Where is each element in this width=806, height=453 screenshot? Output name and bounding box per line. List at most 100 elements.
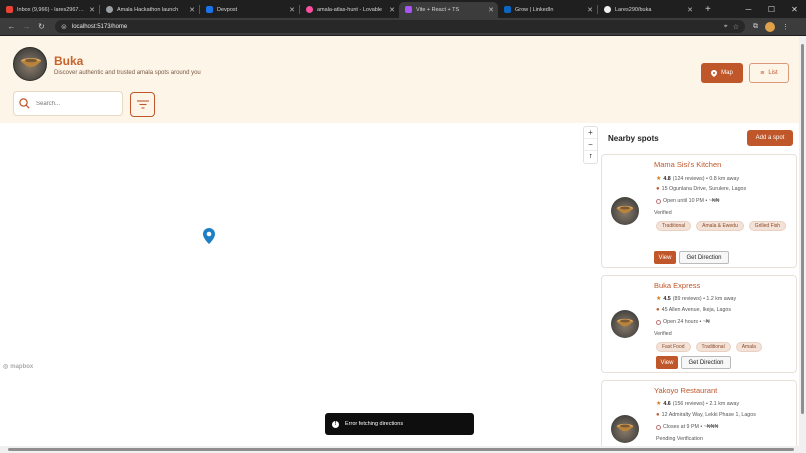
mapbox-attribution[interactable]: ◎ mapbox	[3, 363, 33, 371]
filter-button[interactable]	[130, 92, 155, 117]
spot-card[interactable]: Mama Sisi's Kitchen ★ 4.8 (124 reviews) • …	[601, 154, 797, 268]
forward-icon[interactable]: →	[19, 22, 34, 31]
map-marker-icon[interactable]	[203, 228, 215, 244]
get-direction-button[interactable]: Get Direction	[679, 251, 729, 264]
browser-tab[interactable]: amala-atlas-hunt - Lovable ✕	[300, 2, 399, 18]
close-tab-icon[interactable]: ✕	[587, 6, 593, 14]
site-info-icon[interactable]: ⊜	[61, 23, 67, 31]
spot-reviews: (89 reviews) • 1.2 km away	[672, 295, 737, 302]
more-menu-icon[interactable]: ⋮	[782, 23, 789, 31]
map-canvas[interactable]: + − ⭡ ◎ mapbox	[0, 123, 599, 446]
close-tab-icon[interactable]: ✕	[89, 6, 95, 14]
filter-icon	[136, 100, 149, 109]
spot-tag: Traditional	[656, 221, 692, 231]
spot-name[interactable]: Yakoyo Restaurant	[654, 386, 717, 395]
horizontal-scroll-thumb[interactable]	[8, 448, 794, 451]
spot-rating: 4.8	[663, 175, 671, 182]
spot-reviews: (124 reviews) • 0.8 km away	[672, 175, 740, 182]
close-window-icon[interactable]: ✕	[783, 5, 806, 14]
spot-tag: Amala & Ewedu	[696, 221, 744, 231]
view-button[interactable]: View	[654, 251, 676, 264]
add-spot-button[interactable]: Add a spot	[747, 130, 793, 146]
browser-tab[interactable]: Amala Hackathon launch ✕	[100, 2, 199, 18]
reload-icon[interactable]: ↻	[34, 22, 49, 31]
search-input[interactable]	[36, 100, 114, 107]
horizontal-scrollbar[interactable]	[0, 446, 806, 453]
url-field[interactable]: ⊜ localhost:5173/home ⌖ ☆	[55, 20, 745, 33]
spot-rating-row: ★ 4.5 (89 reviews) • 1.2 km away	[656, 295, 737, 303]
spot-name[interactable]: Buka Express	[654, 281, 700, 290]
spot-hours-row: Closes at 9 PM • ~₦₦₦	[656, 424, 718, 430]
browser-tab[interactable]: Grow | LinkedIn ✕	[498, 2, 597, 18]
close-tab-icon[interactable]: ✕	[389, 6, 395, 14]
spot-address-row: ● 15 Ogunlana Drive, Surulere, Lagos	[656, 186, 746, 192]
location-pin-icon: ●	[656, 186, 660, 192]
map-zoom-controls: + − ⭡	[584, 127, 597, 163]
spot-hours: Open until 10 PM • ~₦₦	[663, 198, 720, 204]
vertical-scroll-thumb[interactable]	[801, 44, 804, 414]
back-icon[interactable]: ←	[4, 22, 19, 31]
spot-tag: Traditional	[695, 342, 731, 352]
url-text: localhost:5173/home	[71, 23, 128, 30]
lovable-icon	[306, 6, 313, 13]
star-icon: ★	[656, 176, 662, 182]
spot-card[interactable]: Buka Express ★ 4.5 (89 reviews) • 1.2 km a…	[601, 275, 797, 373]
amala-bowl-icon	[21, 58, 41, 67]
amala-bowl-icon	[616, 318, 634, 327]
browser-tab[interactable]: Lares290/buka ✕	[598, 2, 697, 18]
browser-tab[interactable]: Devpost ✕	[200, 2, 299, 18]
spot-card[interactable]: Yakoyo Restaurant ★ 4.6 (156 reviews) • 2.…	[601, 380, 797, 446]
spot-thumbnail	[611, 197, 639, 225]
amala-bowl-icon	[616, 423, 634, 432]
zoom-out-button[interactable]: −	[584, 139, 597, 151]
spot-hours-row: Open until 10 PM • ~₦₦	[656, 198, 719, 204]
star-icon: ★	[656, 296, 662, 302]
list-view-button[interactable]: ≡ List	[749, 63, 789, 83]
spot-status: Verified	[654, 210, 672, 216]
spot-address: 12 Admiralty Way, Lekki Phase 1, Lagos	[661, 412, 756, 418]
map-view-button[interactable]: Map	[701, 63, 743, 83]
error-icon: !	[332, 420, 339, 428]
compass-icon[interactable]: ⭡	[584, 151, 597, 163]
buka-logo	[13, 47, 47, 81]
profile-avatar[interactable]	[765, 21, 775, 32]
clock-icon	[656, 319, 661, 325]
star-icon: ★	[656, 401, 662, 407]
close-tab-icon[interactable]: ✕	[289, 6, 295, 14]
view-button[interactable]: View	[656, 356, 678, 369]
close-tab-icon[interactable]: ✕	[189, 6, 195, 14]
globe-icon	[106, 6, 113, 13]
close-tab-icon[interactable]: ✕	[687, 6, 693, 14]
maximize-icon[interactable]: ☐	[760, 5, 783, 14]
spot-hours: Open 24 hours • ~₦	[663, 319, 710, 325]
bookmark-star-icon[interactable]: ☆	[733, 23, 739, 31]
close-tab-icon[interactable]: ✕	[488, 6, 494, 14]
brand-tagline: Discover authentic and trusted amala spo…	[54, 70, 201, 76]
tab-label: Inbox (9,966) - lares2967@gm...	[17, 6, 85, 13]
get-direction-button[interactable]: Get Direction	[681, 356, 731, 369]
vertical-scrollbar[interactable]	[799, 36, 806, 446]
browser-tab-bar: Inbox (9,966) - lares2967@gm... ✕ Amala H…	[0, 0, 806, 18]
vite-icon	[405, 6, 412, 13]
github-icon	[604, 6, 611, 13]
gmail-icon	[6, 6, 13, 13]
new-tab-button[interactable]: +	[697, 4, 719, 15]
extensions-icon[interactable]: ⧉	[753, 23, 758, 31]
spot-thumbnail	[611, 310, 639, 338]
devpost-icon	[206, 6, 213, 13]
location-icon[interactable]: ⌖	[724, 23, 728, 31]
spot-name[interactable]: Mama Sisi's Kitchen	[654, 160, 721, 169]
error-toast[interactable]: ! Error fetching directions	[325, 413, 474, 435]
search-box	[13, 91, 123, 116]
brand-title: Buka	[54, 54, 84, 68]
address-bar: ← → ↻ ⊜ localhost:5173/home ⌖ ☆ ⧉ ⋮	[0, 18, 806, 35]
minimize-icon[interactable]: ─	[737, 5, 760, 14]
browser-tab[interactable]: Inbox (9,966) - lares2967@gm... ✕	[0, 2, 99, 18]
location-pin-icon: ●	[656, 307, 660, 313]
spot-address: 15 Ogunlana Drive, Surulere, Lagos	[661, 186, 747, 192]
clock-icon	[656, 198, 661, 204]
list-view-label: List	[768, 70, 778, 76]
zoom-in-button[interactable]: +	[584, 127, 597, 139]
browser-tab-active[interactable]: Vite + React + TS ✕	[399, 1, 498, 18]
tab-label: Vite + React + TS	[416, 6, 460, 13]
